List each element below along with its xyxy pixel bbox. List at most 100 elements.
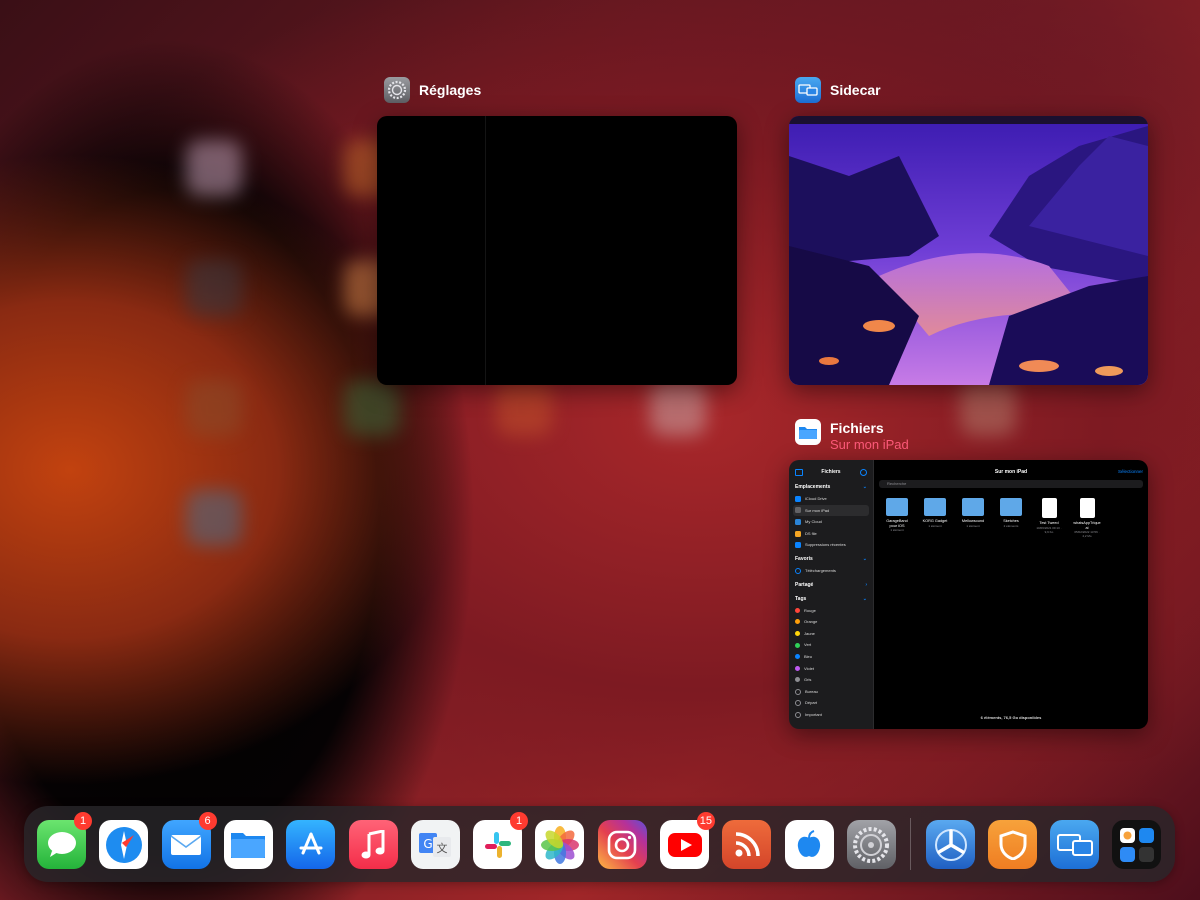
card-header-sidecar[interactable]: Sidecar	[795, 77, 881, 103]
app-library-icon	[1117, 825, 1157, 865]
tag-color-icon	[795, 619, 800, 625]
folder-icon	[962, 498, 984, 516]
files-icon	[229, 830, 267, 860]
sidecar-icon	[1056, 831, 1094, 859]
tag-list: Rouge Orange Jaune Vert Bleu Violet Gris Bureau…	[789, 605, 873, 721]
section-favorites[interactable]: Favoris ⌄	[789, 553, 873, 565]
card-header-reglages[interactable]: Réglages	[384, 77, 481, 103]
reglages-window-snapshot[interactable]	[377, 116, 737, 385]
select-button[interactable]: Sélectionner	[1118, 469, 1143, 474]
svg-text:文: 文	[437, 841, 448, 855]
background-app-icon	[496, 380, 552, 436]
dock-app-app-store[interactable]	[286, 820, 336, 869]
instagram-icon	[606, 829, 638, 861]
tag-color-icon	[795, 654, 800, 660]
sidebar-item-tag[interactable]: Vert	[789, 639, 873, 651]
dock-app-instagram[interactable]	[597, 820, 647, 869]
sidebar-item-ds-file[interactable]: DS file	[789, 528, 873, 540]
sidebar-item-tag[interactable]: Bureau	[789, 686, 873, 698]
files-main-title: Sur mon iPad	[994, 469, 1028, 475]
section-shared[interactable]: Partagé ›	[789, 579, 873, 591]
file-item[interactable]: KORG Gadget 1 élément	[922, 498, 948, 538]
sidebar-item-tag[interactable]: Jaune	[789, 628, 873, 640]
file-item[interactable]: whatsAppTrique ai 05/02/2022 13:56 · 4,2 …	[1073, 498, 1101, 538]
sidebar-item-tag[interactable]: Rouge	[789, 605, 873, 617]
sidebar-item-on-my-ipad[interactable]: Sur mon iPad	[793, 504, 869, 517]
dock-app-photos[interactable]	[535, 820, 585, 869]
sidebar-item-tag[interactable]: Bleu	[789, 651, 873, 663]
sidebar-item-tag[interactable]: Départ	[789, 697, 873, 709]
background-app-icon	[960, 380, 1016, 436]
slack-icon	[483, 830, 513, 860]
section-locations[interactable]: Emplacements ⌄	[789, 481, 873, 493]
sidebar-title: Fichiers	[821, 469, 841, 475]
sidebar-item-tag[interactable]: Violet	[789, 663, 873, 675]
dock-app-messages[interactable]: 1	[37, 812, 92, 869]
tag-color-icon	[795, 642, 800, 648]
background-app-icon	[344, 380, 400, 436]
folder-icon	[886, 498, 908, 516]
card-title: Sidecar	[830, 82, 881, 98]
safari-icon	[104, 825, 144, 865]
section-tags[interactable]: Tags ⌄	[789, 593, 873, 605]
settings-icon	[851, 825, 891, 865]
files-main: Sur mon iPad Sélectionner Recherche Gara…	[874, 460, 1148, 729]
sidebar-item-recently-deleted[interactable]: Suppressions récentes	[789, 539, 873, 551]
app-store-icon	[295, 829, 327, 861]
dock-app-apple-news[interactable]	[784, 820, 834, 869]
tag-color-icon	[795, 677, 800, 683]
dock-app-translate[interactable]: G文	[410, 820, 460, 869]
dock-app-rss[interactable]	[722, 820, 772, 869]
shield-icon	[999, 829, 1027, 860]
sidebar-item-tag[interactable]: Important	[789, 709, 873, 721]
background-app-icon	[186, 490, 242, 546]
wallpaper-landscape-image	[789, 116, 1148, 385]
gear-icon	[384, 77, 410, 103]
folder-icon	[1000, 498, 1022, 516]
notification-badge: 15	[696, 812, 715, 830]
dock-app-settings[interactable]	[846, 820, 896, 869]
dock-app-slack[interactable]: 1	[473, 812, 529, 869]
background-app-icon	[186, 260, 242, 316]
dock-app-files[interactable]	[223, 820, 273, 869]
card-subtitle: Sur mon iPad	[830, 437, 909, 452]
dock-app-app-library[interactable]	[1112, 820, 1161, 869]
dock-app-safari[interactable]	[99, 820, 149, 869]
sidebar-item-tag[interactable]: Orange	[789, 616, 873, 628]
dock-app-shield[interactable]	[988, 820, 1037, 869]
card-title: Réglages	[419, 82, 482, 98]
file-item[interactable]: Sketches 2 éléments	[998, 498, 1024, 538]
sidebar-item-tag[interactable]: Gris	[789, 674, 873, 686]
dock-app-youtube[interactable]: 15	[660, 812, 715, 869]
tag-color-icon	[795, 688, 801, 695]
translate-icon: G文	[417, 829, 453, 861]
file-grid: GarageBand pour iOS 1 élément KORG Gadget 1…	[884, 498, 1101, 538]
search-input[interactable]: Recherche	[879, 480, 1143, 488]
card-header-fichiers[interactable]: Fichiers Sur mon iPad	[795, 419, 909, 452]
background-app-icon	[650, 380, 706, 436]
dock-app-sidecar[interactable]	[1050, 820, 1099, 869]
sidebar-item-my-cloud[interactable]: My Cloud	[789, 516, 873, 528]
file-item[interactable]: Mellowsound 1 élément	[960, 498, 986, 538]
dock-app-music[interactable]	[348, 820, 398, 869]
folder-icon	[924, 498, 946, 516]
dock-app-testflight[interactable]	[926, 820, 975, 869]
youtube-icon	[667, 832, 703, 858]
sidecar-icon	[795, 77, 821, 103]
file-item[interactable]: Test Tweed 10/06/2021 09:10 · 9,9 Ko	[1036, 498, 1062, 538]
sidebar-item-icloud[interactable]: iCloud Drive	[789, 493, 873, 505]
tag-color-icon	[795, 711, 801, 718]
dock-divider	[910, 818, 911, 870]
sidecar-window-snapshot[interactable]	[789, 116, 1148, 385]
document-icon	[1079, 498, 1095, 518]
messages-icon	[46, 831, 78, 859]
sidebar-item-downloads[interactable]: Téléchargements	[789, 565, 873, 577]
tag-color-icon	[795, 665, 800, 671]
tag-color-icon	[795, 607, 800, 613]
dock-app-mail[interactable]: 6	[161, 812, 217, 869]
notification-badge: 1	[510, 812, 529, 830]
card-title: Fichiers	[830, 420, 884, 436]
sidebar-divider	[485, 116, 486, 385]
file-item[interactable]: GarageBand pour iOS 1 élément	[884, 498, 910, 538]
fichiers-window-snapshot[interactable]: Fichiers Emplacements ⌄ iCloud Drive Sur …	[789, 460, 1148, 729]
